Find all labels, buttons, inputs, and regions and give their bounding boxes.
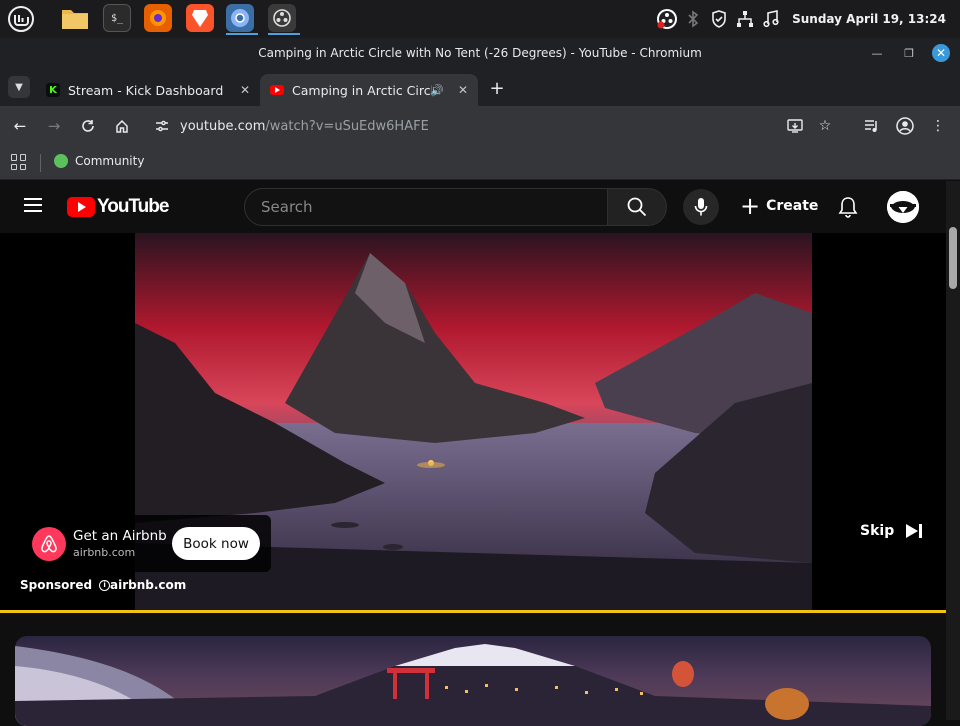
window-titlebar[interactable]: Camping in Arctic Circle with No Tent (-… [0, 38, 960, 68]
apps-grid-icon[interactable] [11, 154, 27, 170]
search-box [244, 188, 608, 226]
profile-icon[interactable] [895, 116, 915, 136]
notifications-bell-icon[interactable] [836, 195, 860, 219]
forward-button[interactable]: → [44, 116, 64, 136]
skip-label: Skip [860, 523, 895, 539]
ad-info-icon[interactable]: i [99, 579, 111, 591]
search-icon [627, 197, 647, 217]
home-button[interactable] [112, 116, 132, 136]
companion-banner[interactable] [15, 636, 931, 726]
search-input[interactable] [245, 189, 607, 225]
youtube-header: YouTube + Create [0, 181, 946, 233]
bookmark-community[interactable]: Community [54, 154, 144, 168]
create-label: Create [766, 198, 819, 214]
chromium-icon[interactable] [226, 4, 258, 35]
ad-progress-bar[interactable] [0, 610, 946, 613]
search-button[interactable] [607, 188, 667, 226]
media-controls-icon[interactable] [862, 116, 882, 136]
tab-title: Camping in Arctic Circle w [292, 82, 432, 98]
bluetooth-icon[interactable] [682, 8, 704, 30]
obs-tray-icon[interactable] [656, 8, 678, 30]
audio-playing-icon[interactable]: 🔊 [430, 84, 444, 97]
close-window-button[interactable]: ✕ [932, 44, 950, 62]
menu-icon[interactable] [24, 198, 42, 212]
tab-kick-dashboard[interactable]: K Stream - Kick Dashboard ✕ [36, 74, 260, 106]
sponsored-text: Sponsored [20, 578, 93, 592]
tab-search-button[interactable]: ▼ [8, 76, 30, 98]
youtube-favicon-icon [270, 85, 284, 95]
tab-title: Stream - Kick Dashboard [68, 82, 224, 98]
running-app-indicator [268, 33, 300, 35]
url-host: youtube.com [180, 118, 266, 134]
book-now-button[interactable]: Book now [172, 527, 260, 560]
youtube-play-icon [67, 197, 95, 217]
airbnb-logo-icon [32, 527, 66, 561]
maximize-button[interactable]: ❐ [900, 44, 918, 62]
firefox-icon[interactable] [144, 4, 172, 32]
page-scrollbar[interactable] [946, 181, 960, 720]
account-avatar[interactable] [887, 191, 919, 223]
site-info-icon[interactable] [154, 118, 170, 138]
folder-icon[interactable] [61, 4, 89, 32]
music-icon[interactable] [760, 8, 782, 30]
system-tray: Sunday April 19, 13:24 [652, 0, 960, 38]
ad-title[interactable]: Get an Airbnb [73, 528, 167, 544]
clock[interactable]: Sunday April 19, 13:24 [792, 12, 946, 26]
brave-icon[interactable] [186, 4, 214, 32]
back-button[interactable]: ← [10, 116, 30, 136]
tab-close-icon[interactable]: ✕ [458, 83, 468, 97]
tab-close-icon[interactable]: ✕ [240, 83, 250, 97]
ad-card[interactable]: Get an Airbnb airbnb.com Book now [20, 515, 271, 572]
companion-banner-image [15, 644, 931, 726]
kick-favicon-icon: K [46, 83, 60, 97]
active-app-indicator [226, 33, 258, 35]
address-bar[interactable]: youtube.com/watch?v=uSuEdw6HAFE [146, 111, 846, 141]
tab-youtube-video[interactable]: Camping in Arctic Circle w 🔊 ✕ [260, 74, 478, 106]
tab-strip: ▼ K Stream - Kick Dashboard ✕ Camping in… [0, 68, 960, 106]
window-controls: — ❐ ✕ [868, 44, 950, 62]
voice-search-button[interactable] [683, 189, 719, 225]
minimize-button[interactable]: — [868, 44, 886, 62]
sponsored-label: Sponsored i [20, 578, 111, 592]
ad-footer-domain-link[interactable]: airbnb.com [110, 578, 186, 592]
skip-next-icon [906, 524, 923, 538]
install-app-icon[interactable] [785, 116, 805, 136]
obs-icon[interactable] [268, 4, 300, 35]
bookmark-label: Community [75, 154, 145, 168]
community-favicon-icon [54, 154, 68, 168]
create-button[interactable]: + Create [740, 194, 818, 218]
youtube-wordmark: YouTube [97, 196, 169, 217]
browser-menu-icon[interactable]: ⋮ [928, 116, 948, 136]
scrollbar-thumb[interactable] [949, 227, 957, 289]
bookmark-star-icon[interactable]: ☆ [815, 116, 835, 136]
youtube-logo[interactable]: YouTube [67, 196, 169, 218]
skip-ad-button[interactable]: Skip [860, 522, 924, 540]
taskbar: $_ Sunday April 19, 13:24 [0, 0, 960, 38]
shield-icon[interactable] [708, 8, 730, 30]
plus-icon: + [740, 192, 761, 220]
network-icon[interactable] [734, 8, 756, 30]
reload-button[interactable] [78, 116, 98, 136]
browser-toolbar: ← → youtube.com/watch?v=uSuEdw6HAFE ☆ ⋮ [0, 106, 960, 146]
window-title: Camping in Arctic Circle with No Tent (-… [258, 46, 702, 60]
ad-domain: airbnb.com [73, 546, 136, 559]
url-text[interactable]: youtube.com/watch?v=uSuEdw6HAFE [180, 119, 429, 134]
bookmarks-divider [40, 154, 41, 172]
microphone-icon [694, 198, 708, 216]
url-path: /watch?v=uSuEdw6HAFE [265, 118, 429, 134]
mint-menu-icon[interactable] [6, 4, 36, 34]
bookmarks-bar: Community [0, 146, 960, 180]
terminal-icon[interactable]: $_ [103, 4, 131, 32]
new-tab-button[interactable]: + [486, 77, 508, 99]
